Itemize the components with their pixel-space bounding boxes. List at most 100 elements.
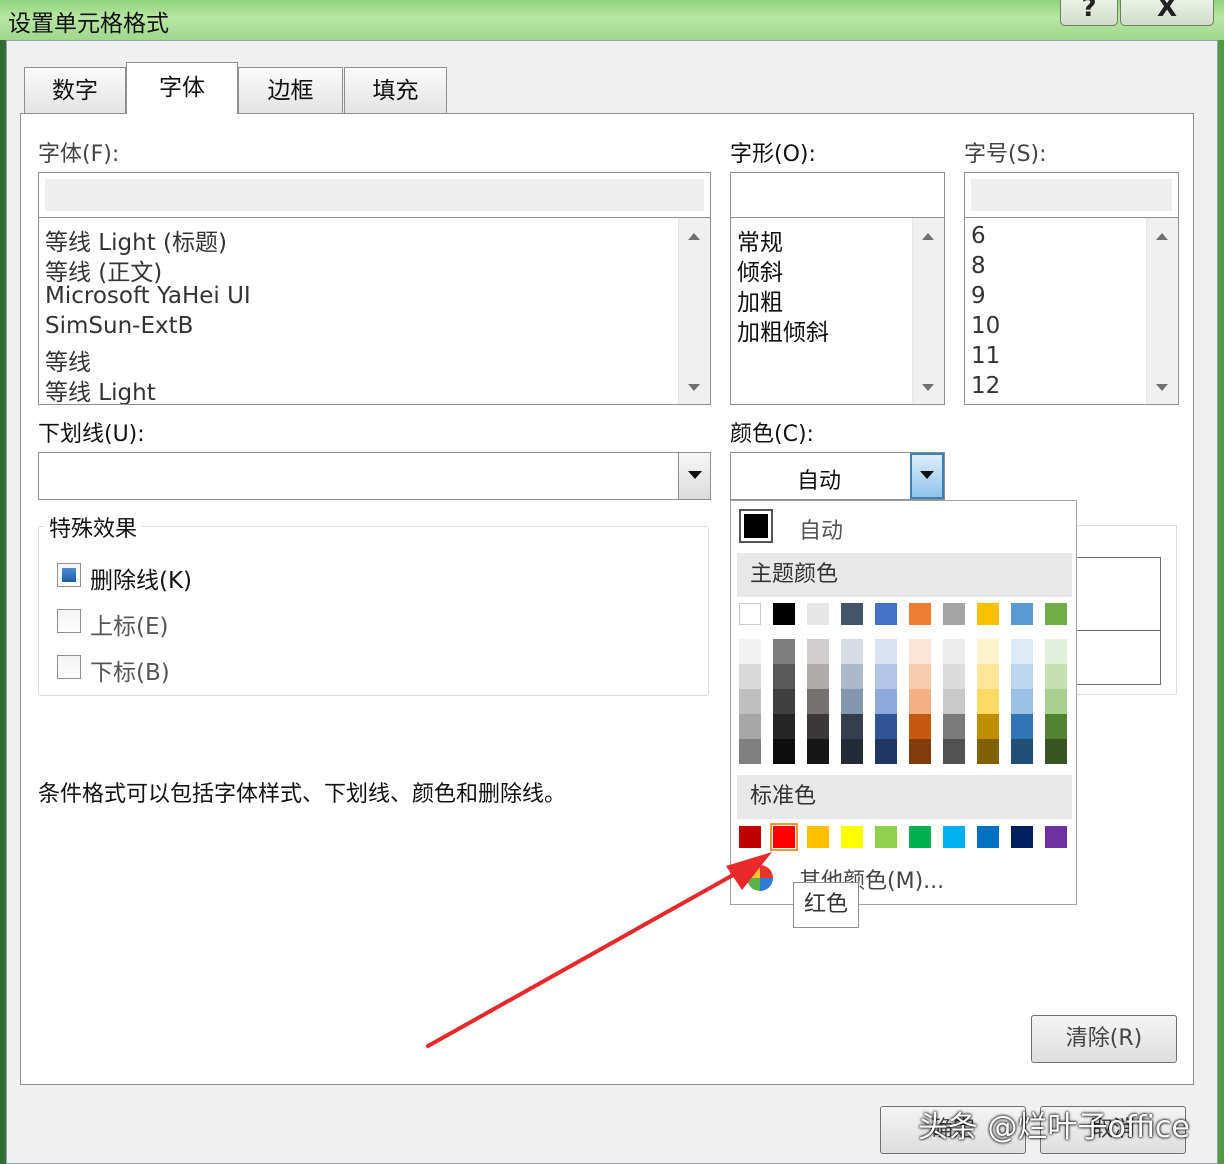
- list-item[interactable]: 11: [971, 343, 1000, 369]
- theme-shade-swatch[interactable]: [943, 639, 965, 664]
- theme-shade-swatch[interactable]: [909, 689, 931, 714]
- theme-color-swatch[interactable]: [1045, 603, 1067, 625]
- theme-shade-swatch[interactable]: [977, 639, 999, 664]
- theme-shade-swatch[interactable]: [1011, 689, 1033, 714]
- list-item[interactable]: 倾斜: [737, 253, 783, 287]
- theme-shade-swatch[interactable]: [1045, 714, 1067, 739]
- theme-shade-swatch[interactable]: [875, 739, 897, 764]
- standard-color-swatch[interactable]: [1011, 826, 1033, 848]
- close-button[interactable]: X: [1120, 0, 1214, 26]
- theme-shade-swatch[interactable]: [909, 664, 931, 689]
- theme-shade-swatch[interactable]: [773, 739, 795, 764]
- font-style-input[interactable]: [730, 172, 945, 218]
- theme-shade-swatch[interactable]: [841, 639, 863, 664]
- underline-select[interactable]: [38, 452, 711, 500]
- standard-color-swatch[interactable]: [909, 826, 931, 848]
- list-item[interactable]: 常规: [737, 223, 783, 257]
- list-item[interactable]: 9: [971, 283, 986, 309]
- theme-shade-swatch[interactable]: [1045, 664, 1067, 689]
- theme-shade-swatch[interactable]: [841, 689, 863, 714]
- standard-color-swatch[interactable]: [841, 826, 863, 848]
- theme-shade-swatch[interactable]: [875, 664, 897, 689]
- list-item[interactable]: 等线 (正文): [45, 253, 162, 287]
- list-item[interactable]: 8: [971, 253, 986, 279]
- theme-shade-swatch[interactable]: [977, 689, 999, 714]
- list-item[interactable]: 等线: [45, 343, 91, 377]
- chevron-down-icon[interactable]: [678, 453, 710, 499]
- theme-shade-swatch[interactable]: [773, 714, 795, 739]
- scroll-up-icon[interactable]: [688, 233, 700, 240]
- theme-shade-swatch[interactable]: [1045, 739, 1067, 764]
- list-item[interactable]: SimSun-ExtB: [45, 313, 193, 339]
- tab-fill[interactable]: 填充: [344, 67, 447, 113]
- theme-color-swatch[interactable]: [977, 603, 999, 625]
- font-list[interactable]: 等线 Light (标题) 等线 (正文) Microsoft YaHei UI…: [38, 217, 711, 405]
- theme-shade-swatch[interactable]: [943, 689, 965, 714]
- theme-shade-swatch[interactable]: [841, 664, 863, 689]
- theme-color-swatch[interactable]: [841, 603, 863, 625]
- standard-color-swatch[interactable]: [977, 826, 999, 848]
- theme-color-swatch[interactable]: [909, 603, 931, 625]
- scroll-down-icon[interactable]: [688, 384, 700, 391]
- theme-shade-swatch[interactable]: [841, 739, 863, 764]
- font-style-scrollbar[interactable]: [912, 218, 944, 404]
- help-button[interactable]: ?: [1060, 0, 1118, 26]
- theme-color-swatch[interactable]: [773, 603, 795, 625]
- theme-shade-swatch[interactable]: [977, 739, 999, 764]
- theme-shade-swatch[interactable]: [739, 739, 761, 764]
- list-item[interactable]: Microsoft YaHei UI: [45, 283, 251, 309]
- theme-shade-swatch[interactable]: [977, 664, 999, 689]
- theme-shade-swatch[interactable]: [1011, 639, 1033, 664]
- list-item[interactable]: 6: [971, 223, 986, 249]
- standard-color-swatch[interactable]: [943, 826, 965, 848]
- theme-shade-swatch[interactable]: [943, 714, 965, 739]
- clear-button[interactable]: 清除(R): [1031, 1015, 1177, 1063]
- theme-shade-swatch[interactable]: [807, 664, 829, 689]
- theme-shade-swatch[interactable]: [909, 714, 931, 739]
- theme-shade-swatch[interactable]: [807, 714, 829, 739]
- theme-shade-swatch[interactable]: [977, 714, 999, 739]
- font-input[interactable]: [38, 172, 711, 218]
- font-size-input[interactable]: [964, 172, 1179, 218]
- theme-shade-swatch[interactable]: [739, 714, 761, 739]
- theme-shade-swatch[interactable]: [943, 739, 965, 764]
- theme-color-swatch[interactable]: [875, 603, 897, 625]
- list-item[interactable]: 10: [971, 313, 1000, 339]
- theme-shade-swatch[interactable]: [875, 639, 897, 664]
- font-list-scrollbar[interactable]: [678, 218, 710, 404]
- color-select[interactable]: 自动: [730, 452, 945, 500]
- font-style-list[interactable]: 常规 倾斜 加粗 加粗倾斜: [730, 217, 945, 405]
- scroll-down-icon[interactable]: [1156, 384, 1168, 391]
- theme-shade-swatch[interactable]: [1011, 664, 1033, 689]
- standard-color-swatch[interactable]: [739, 826, 761, 848]
- standard-color-swatch[interactable]: [770, 823, 798, 851]
- scroll-down-icon[interactable]: [922, 384, 934, 391]
- list-item[interactable]: 加粗: [737, 283, 783, 317]
- auto-color-swatch[interactable]: [739, 509, 773, 543]
- theme-shade-swatch[interactable]: [773, 664, 795, 689]
- theme-shade-swatch[interactable]: [1045, 689, 1067, 714]
- list-item[interactable]: 12: [971, 373, 1000, 399]
- theme-shade-swatch[interactable]: [773, 689, 795, 714]
- tab-number[interactable]: 数字: [24, 67, 126, 113]
- scroll-up-icon[interactable]: [1156, 233, 1168, 240]
- theme-shade-swatch[interactable]: [1011, 739, 1033, 764]
- tab-font[interactable]: 字体: [126, 62, 238, 114]
- theme-shade-swatch[interactable]: [807, 689, 829, 714]
- scroll-up-icon[interactable]: [922, 233, 934, 240]
- subscript-checkbox[interactable]: [57, 655, 81, 679]
- strikethrough-checkbox[interactable]: [57, 563, 81, 587]
- theme-shade-swatch[interactable]: [1045, 639, 1067, 664]
- chevron-down-icon[interactable]: [910, 453, 944, 499]
- list-item[interactable]: 加粗倾斜: [737, 313, 829, 347]
- theme-color-swatch[interactable]: [739, 603, 761, 625]
- theme-shade-swatch[interactable]: [739, 664, 761, 689]
- theme-shade-swatch[interactable]: [739, 689, 761, 714]
- font-size-scrollbar[interactable]: [1146, 218, 1178, 404]
- list-item[interactable]: 等线 Light (标题): [45, 223, 227, 257]
- theme-shade-swatch[interactable]: [739, 639, 761, 664]
- superscript-checkbox[interactable]: [57, 609, 81, 633]
- auto-color-label[interactable]: 自动: [799, 513, 843, 545]
- list-item[interactable]: 等线 Light: [45, 373, 156, 404]
- theme-shade-swatch[interactable]: [773, 639, 795, 664]
